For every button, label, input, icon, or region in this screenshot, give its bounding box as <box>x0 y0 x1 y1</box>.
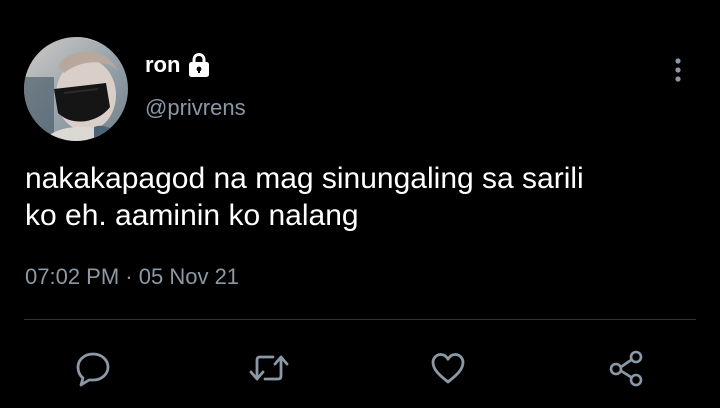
profile-photo-icon <box>24 37 128 141</box>
tweet-card: ron @privrens nakakapagod na mag sinunga… <box>0 0 720 408</box>
user-name-row: ron <box>145 50 211 80</box>
divider <box>24 319 696 320</box>
tweet-date: 05 Nov 21 <box>138 264 240 289</box>
timestamp[interactable]: 07:02 PM · 05 Nov 21 <box>25 262 239 292</box>
heart-icon <box>431 353 465 384</box>
tweet-text: nakakapagod na mag sinungaling sa sarili… <box>25 160 705 234</box>
more-vertical-icon[interactable] <box>668 56 688 86</box>
lock-icon <box>187 52 211 78</box>
share-nodes-icon <box>609 350 643 387</box>
share-button[interactable] <box>604 346 648 390</box>
tweet-time: 07:02 PM <box>25 264 120 289</box>
retweet-arrows-icon <box>249 355 289 381</box>
tweet-text-line: ko eh. aaminin ko nalang <box>25 199 359 232</box>
tweet-text-line: nakakapagod na mag sinungaling sa sarili <box>25 162 584 195</box>
avatar[interactable] <box>24 37 128 141</box>
user-handle[interactable]: @privrens <box>145 94 246 122</box>
reply-button[interactable] <box>71 346 115 390</box>
like-button[interactable] <box>426 346 470 390</box>
comment-bubble-icon <box>76 352 110 387</box>
display-name[interactable]: ron <box>145 50 180 80</box>
timestamp-separator: · <box>125 264 133 289</box>
retweet-button[interactable] <box>247 346 291 390</box>
